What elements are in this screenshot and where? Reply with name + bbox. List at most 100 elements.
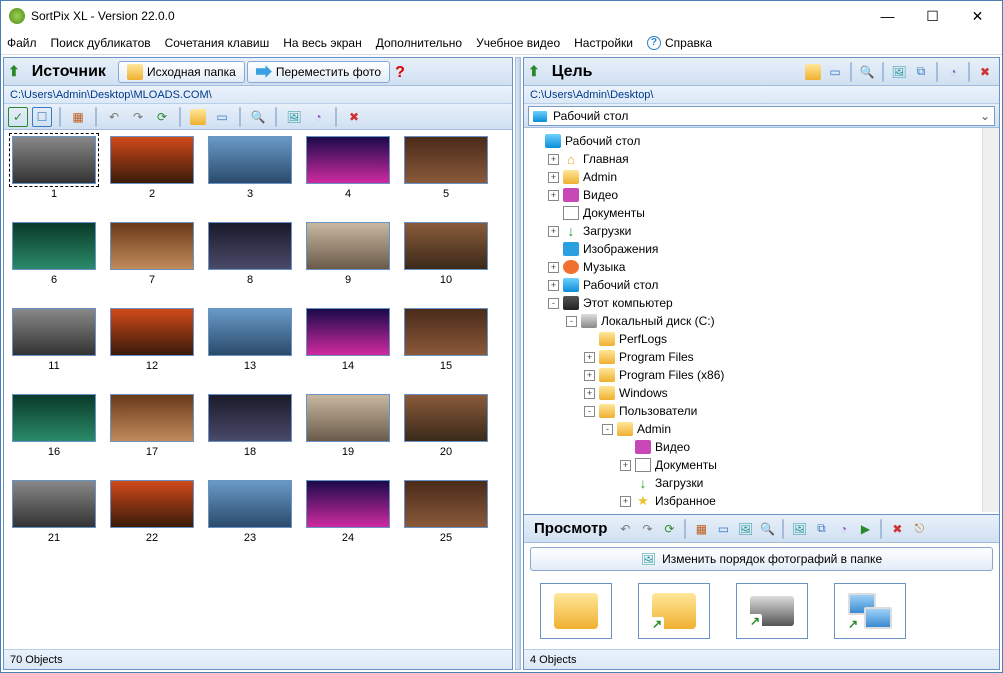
copy-icon[interactable]: ⧉ [911,62,931,82]
expand-icon[interactable]: + [548,172,559,183]
tree-node[interactable]: +Program Files (x86) [526,366,980,384]
edit-icon[interactable]: 🖼 [735,519,755,539]
delete-icon[interactable]: ✖ [887,519,907,539]
expand-icon[interactable]: + [584,352,595,363]
tree-node[interactable]: Документы [526,204,980,222]
change-order-button[interactable]: 🖼 Изменить порядок фотографий в папке [530,547,993,571]
thumb-16[interactable]: 16 [10,394,98,458]
search-icon[interactable]: 🔍 [248,107,268,127]
play-icon[interactable]: ▶ [855,519,875,539]
up-icon[interactable]: ⬆ [8,63,20,80]
minimize-button[interactable]: — [865,2,910,30]
exit-icon[interactable]: ⎋ [909,519,929,539]
expand-icon[interactable]: + [548,262,559,273]
delete-icon[interactable]: ✖ [975,62,995,82]
tree-node[interactable]: +Изображения [526,510,980,512]
menu-extras[interactable]: Дополнительно [376,36,462,50]
source-thumbnails[interactable]: 1234567891011121314151617181920212223242… [4,130,512,649]
expand-icon[interactable]: + [620,460,631,471]
expand-icon[interactable]: - [566,316,577,327]
tree-node[interactable]: +Видео [526,186,980,204]
thumb-11[interactable]: 11 [10,308,98,372]
rename-icon[interactable]: ▭ [825,62,845,82]
pie-icon[interactable]: ◔ [943,62,963,82]
expand-icon[interactable]: + [620,496,631,507]
tree-scrollbar[interactable] [982,128,999,512]
expand-icon[interactable]: + [548,190,559,201]
thumb-20[interactable]: 20 [402,394,490,458]
thumb-5[interactable]: 5 [402,136,490,200]
tree-node[interactable]: +Program Files [526,348,980,366]
pie-icon[interactable]: ◔ [833,519,853,539]
menu-duplicates[interactable]: Поиск дубликатов [51,36,151,50]
tree-node[interactable]: PerfLogs [526,330,980,348]
check-icon[interactable]: ✓ [8,107,28,127]
expand-icon[interactable]: + [548,154,559,165]
rename-icon[interactable]: ▭ [212,107,232,127]
tree-node[interactable]: +↓Загрузки [526,222,980,240]
uncheck-icon[interactable]: ☐ [32,107,52,127]
tree-node[interactable]: -Admin [526,420,980,438]
tree-node[interactable]: Рабочий стол [526,132,980,150]
rename-icon[interactable]: ▭ [713,519,733,539]
menu-video[interactable]: Учебное видео [476,36,560,50]
tree-node[interactable]: Изображения [526,240,980,258]
folder-tree[interactable]: Рабочий стол+⌂Главная+Admin+ВидеоДокумен… [524,128,982,512]
tree-node[interactable]: +Admin [526,168,980,186]
thumb-24[interactable]: 24 [304,480,392,544]
tree-node[interactable]: Видео [526,438,980,456]
image-icon[interactable]: 🖼 [789,519,809,539]
thumb-4[interactable]: 4 [304,136,392,200]
refresh-icon[interactable]: ⟳ [152,107,172,127]
delete-icon[interactable]: ✖ [344,107,364,127]
thumb-1[interactable]: 1 [10,136,98,200]
refresh-icon[interactable]: ⟳ [659,519,679,539]
move-photo-button[interactable]: Переместить фото [247,61,390,83]
expand-icon[interactable]: + [548,280,559,291]
tree-node[interactable]: +Документы [526,456,980,474]
search-icon[interactable]: 🔍 [757,519,777,539]
thumb-7[interactable]: 7 [108,222,196,286]
menu-fullscreen[interactable]: На весь экран [283,36,362,50]
thumbnails-icon[interactable]: ▦ [68,107,88,127]
thumb-15[interactable]: 15 [402,308,490,372]
tree-node[interactable]: +Рабочий стол [526,276,980,294]
thumb-14[interactable]: 14 [304,308,392,372]
expand-icon[interactable]: - [584,406,595,417]
thumb-19[interactable]: 19 [304,394,392,458]
thumb-12[interactable]: 12 [108,308,196,372]
edit-icon[interactable]: 🖼 [284,107,304,127]
close-button[interactable]: ✕ [955,2,1000,30]
add-folder-icon[interactable] [803,62,823,82]
up-icon[interactable]: ⬆ [528,63,540,80]
tree-node[interactable]: ↓Загрузки [526,474,980,492]
search-icon[interactable]: 🔍 [857,62,877,82]
maximize-button[interactable]: ☐ [910,2,955,30]
help-tip-icon[interactable]: ? [392,64,408,80]
edit-icon[interactable]: 🖼 [889,62,909,82]
tree-node[interactable]: +⌂Главная [526,150,980,168]
preview-item-folder-shortcut[interactable]: ↗ [638,583,710,639]
preview-item-network-shortcut[interactable]: ↗ [834,583,906,639]
redo-icon[interactable]: ↷ [128,107,148,127]
expand-icon[interactable]: + [584,388,595,399]
menu-file[interactable]: Файл [7,36,37,50]
thumb-6[interactable]: 6 [10,222,98,286]
thumb-9[interactable]: 9 [304,222,392,286]
thumb-17[interactable]: 17 [108,394,196,458]
menu-shortcuts[interactable]: Сочетания клавиш [165,36,270,50]
thumbnails-icon[interactable]: ▦ [691,519,711,539]
thumb-25[interactable]: 25 [402,480,490,544]
expand-icon[interactable]: + [584,370,595,381]
tree-node[interactable]: -Локальный диск (C:) [526,312,980,330]
tree-node[interactable]: -Пользователи [526,402,980,420]
expand-icon[interactable]: - [602,424,613,435]
preview-item-folder[interactable] [540,583,612,639]
thumb-21[interactable]: 21 [10,480,98,544]
undo-icon[interactable]: ↶ [615,519,635,539]
menu-help[interactable]: ? Справка [647,36,712,50]
tree-node[interactable]: +Windows [526,384,980,402]
new-folder-icon[interactable] [188,107,208,127]
thumb-23[interactable]: 23 [206,480,294,544]
menu-settings[interactable]: Настройки [574,36,633,50]
